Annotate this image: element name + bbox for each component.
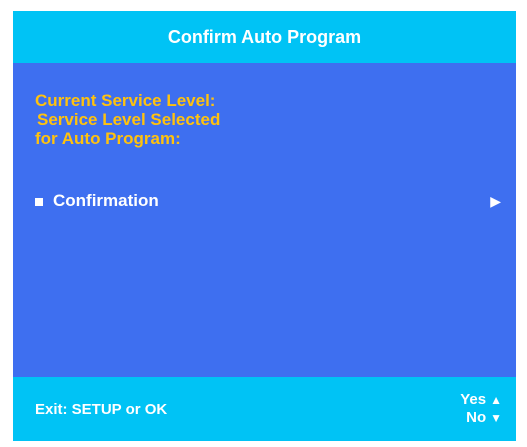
- service-level-selected-label: Service Level Selected: [37, 110, 221, 129]
- service-level-info: Current Service Level: Service Level Sel…: [35, 91, 220, 148]
- square-bullet-icon: [35, 197, 43, 206]
- play-arrow-icon: ▶: [490, 192, 501, 209]
- no-label: No: [466, 409, 487, 426]
- menu-item-label: Confirmation: [53, 191, 159, 210]
- exit-hint: Exit: SETUP or OK: [35, 401, 168, 418]
- yes-option[interactable]: Yes ▲: [460, 391, 502, 409]
- no-option[interactable]: No ▼: [460, 409, 502, 427]
- current-service-level-label: Current Service Level:: [35, 91, 216, 110]
- auto-program-label: for Auto Program:: [35, 129, 181, 148]
- yes-label: Yes: [460, 391, 487, 408]
- main-panel: Current Service Level: Service Level Sel…: [13, 63, 516, 377]
- title-bar: Confirm Auto Program: [13, 11, 516, 63]
- yes-no-controls: Yes ▲ No ▼: [460, 391, 502, 427]
- triangle-up-icon: ▲: [490, 393, 502, 407]
- osd-screen: Confirm Auto Program Current Service Lev…: [13, 11, 516, 441]
- menu-item-confirmation[interactable]: Confirmation ▶: [35, 190, 501, 212]
- footer-bar: Exit: SETUP or OK Yes ▲ No ▼: [13, 377, 516, 441]
- page-title: Confirm Auto Program: [167, 26, 362, 47]
- triangle-down-icon: ▼: [490, 411, 502, 425]
